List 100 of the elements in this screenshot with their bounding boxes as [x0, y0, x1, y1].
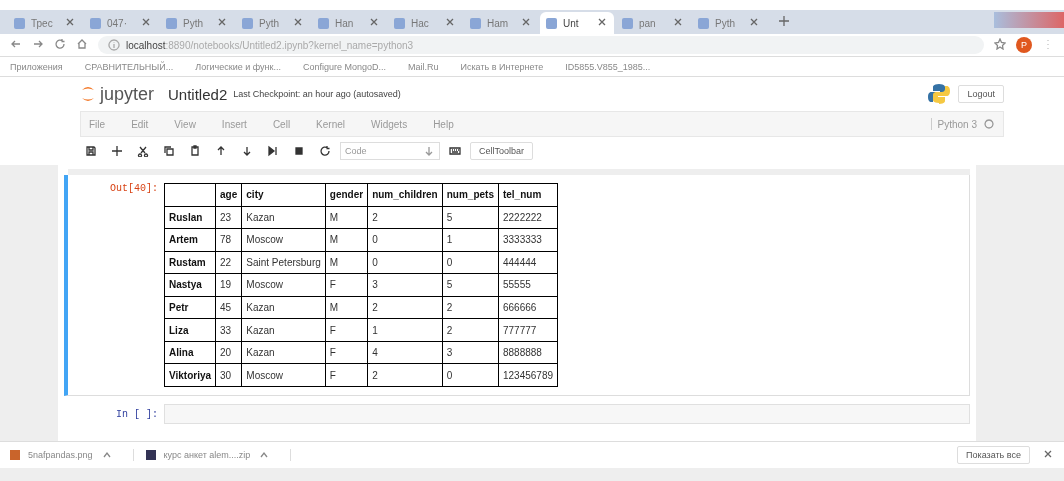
- browser-tab[interactable]: pan: [616, 12, 690, 34]
- table-cell: 0: [367, 228, 443, 252]
- home-icon[interactable]: [76, 37, 88, 50]
- new-tab-icon[interactable]: [778, 15, 790, 27]
- column-header: city: [241, 183, 326, 207]
- download-item[interactable]: 5nafpandas.png: [28, 450, 93, 460]
- table-cell: F: [325, 318, 368, 342]
- output-prompt: Out[40]:: [109, 183, 159, 196]
- menu-item[interactable]: View: [174, 118, 196, 130]
- stop-icon[interactable]: [293, 145, 305, 157]
- file-icon: [10, 450, 20, 460]
- browser-tab[interactable]: Трес: [8, 12, 82, 34]
- table-cell: 1: [367, 318, 443, 342]
- column-header: gender: [325, 183, 368, 207]
- table-cell: 19: [215, 273, 242, 297]
- browser-tab[interactable]: Unt: [540, 12, 614, 34]
- table-cell: M: [325, 206, 368, 229]
- kernel-status-icon: [983, 118, 995, 130]
- menu-item[interactable]: Edit: [131, 118, 149, 130]
- browser-tab[interactable]: Han: [312, 12, 386, 34]
- skip-forward-icon[interactable]: [267, 145, 279, 157]
- reload-icon[interactable]: [319, 145, 331, 157]
- table-cell: M: [325, 296, 368, 319]
- bookmark-link[interactable]: Configure MongoD...: [302, 61, 386, 72]
- menu-item[interactable]: Kernel: [316, 118, 345, 130]
- clipboard-icon[interactable]: [189, 145, 201, 157]
- bookmark-link[interactable]: Mail.Ru: [407, 61, 439, 72]
- close-icon[interactable]: [216, 16, 228, 28]
- code-input-field[interactable]: [164, 404, 970, 424]
- browser-tab[interactable]: Pyth: [692, 12, 766, 34]
- favicon-icon: [14, 17, 25, 29]
- column-header: [164, 183, 216, 207]
- cell-type-dropdown[interactable]: Code: [340, 142, 440, 160]
- browser-tab[interactable]: 047·: [84, 12, 158, 34]
- row-label: Rustam: [164, 251, 216, 274]
- menu-item[interactable]: File: [89, 118, 106, 130]
- save-icon[interactable]: [85, 145, 97, 157]
- table-cell: M: [325, 228, 368, 252]
- table-cell: 0: [442, 363, 499, 387]
- close-icon[interactable]: [520, 16, 532, 28]
- download-item[interactable]: курс анкет alem....zip: [163, 450, 251, 460]
- close-icon[interactable]: [292, 16, 304, 28]
- bookmark-link[interactable]: Логические и функ...: [195, 61, 281, 72]
- show-all-button[interactable]: Показать все: [957, 446, 1030, 464]
- star-icon[interactable]: [994, 37, 1006, 50]
- close-icon[interactable]: [368, 16, 380, 28]
- bookmark-link[interactable]: Искать в Интернете: [460, 61, 544, 72]
- notebook-title[interactable]: Untitled2: [168, 85, 228, 103]
- browser-tab[interactable]: Ham: [464, 12, 538, 34]
- column-header: num_children: [367, 183, 443, 207]
- logout-button[interactable]: Logout: [958, 85, 1004, 103]
- caret-icon: [423, 145, 435, 157]
- table-cell: 0: [442, 251, 499, 274]
- table-cell: 1: [442, 228, 499, 252]
- row-label: Artem: [164, 228, 216, 252]
- down-arrow-icon[interactable]: [241, 145, 253, 157]
- cell-toolbar-button[interactable]: CellToolbar: [470, 142, 534, 160]
- menu-item[interactable]: Widgets: [371, 118, 408, 130]
- close-icon[interactable]: [748, 16, 760, 28]
- up-arrow-icon[interactable]: [215, 145, 227, 157]
- close-icon[interactable]: [596, 16, 608, 28]
- table-cell: 55555: [498, 273, 558, 297]
- close-icon[interactable]: [1042, 448, 1054, 460]
- bookmark-link[interactable]: ID5855.V855_1985...: [565, 61, 651, 72]
- python-logo-icon: [928, 83, 951, 105]
- favicon-icon: [698, 17, 709, 29]
- jupyter-logo[interactable]: jupyter: [80, 83, 155, 105]
- address-bar[interactable]: localhost:8890/notebooks/Untitled2.ipynb?kernel_name=python3: [98, 36, 984, 54]
- close-icon[interactable]: [140, 16, 152, 28]
- table-cell: 2: [442, 296, 499, 319]
- scissors-icon[interactable]: [137, 145, 149, 157]
- table-cell: 2: [442, 318, 499, 342]
- row-label: Alina: [164, 341, 216, 364]
- bookmark-link[interactable]: Приложения: [10, 61, 63, 72]
- table-cell: F: [325, 363, 368, 387]
- browser-tab[interactable]: Hac: [388, 12, 462, 34]
- table-cell: 22: [215, 251, 242, 274]
- close-icon[interactable]: [444, 16, 456, 28]
- favicon-icon: [318, 17, 329, 29]
- table-cell: F: [325, 341, 368, 364]
- keyboard-icon[interactable]: [449, 145, 461, 157]
- table-cell: 444444: [498, 251, 558, 274]
- table-cell: F: [325, 273, 368, 297]
- table-cell: Saint Petersburg: [241, 251, 326, 274]
- menu-item[interactable]: Cell: [272, 118, 291, 130]
- copy-icon[interactable]: [163, 145, 175, 157]
- close-icon[interactable]: [64, 16, 76, 28]
- table-cell: Moscow: [241, 273, 326, 297]
- menu-item[interactable]: Help: [433, 118, 454, 130]
- browser-tab[interactable]: Pyth: [160, 12, 234, 34]
- table-cell: Kazan: [241, 206, 326, 229]
- plus-icon[interactable]: [111, 145, 123, 157]
- table-cell: 666666: [498, 296, 558, 319]
- row-label: Petr: [164, 296, 216, 319]
- close-icon[interactable]: [672, 16, 684, 28]
- column-header: num_pets: [442, 183, 499, 207]
- profile-avatar[interactable]: P: [1016, 37, 1032, 53]
- menu-item[interactable]: Insert: [221, 118, 247, 130]
- bookmark-link[interactable]: СРАВНИТЕЛЬНЫЙ...: [84, 61, 174, 72]
- browser-tab[interactable]: Pyth: [236, 12, 310, 34]
